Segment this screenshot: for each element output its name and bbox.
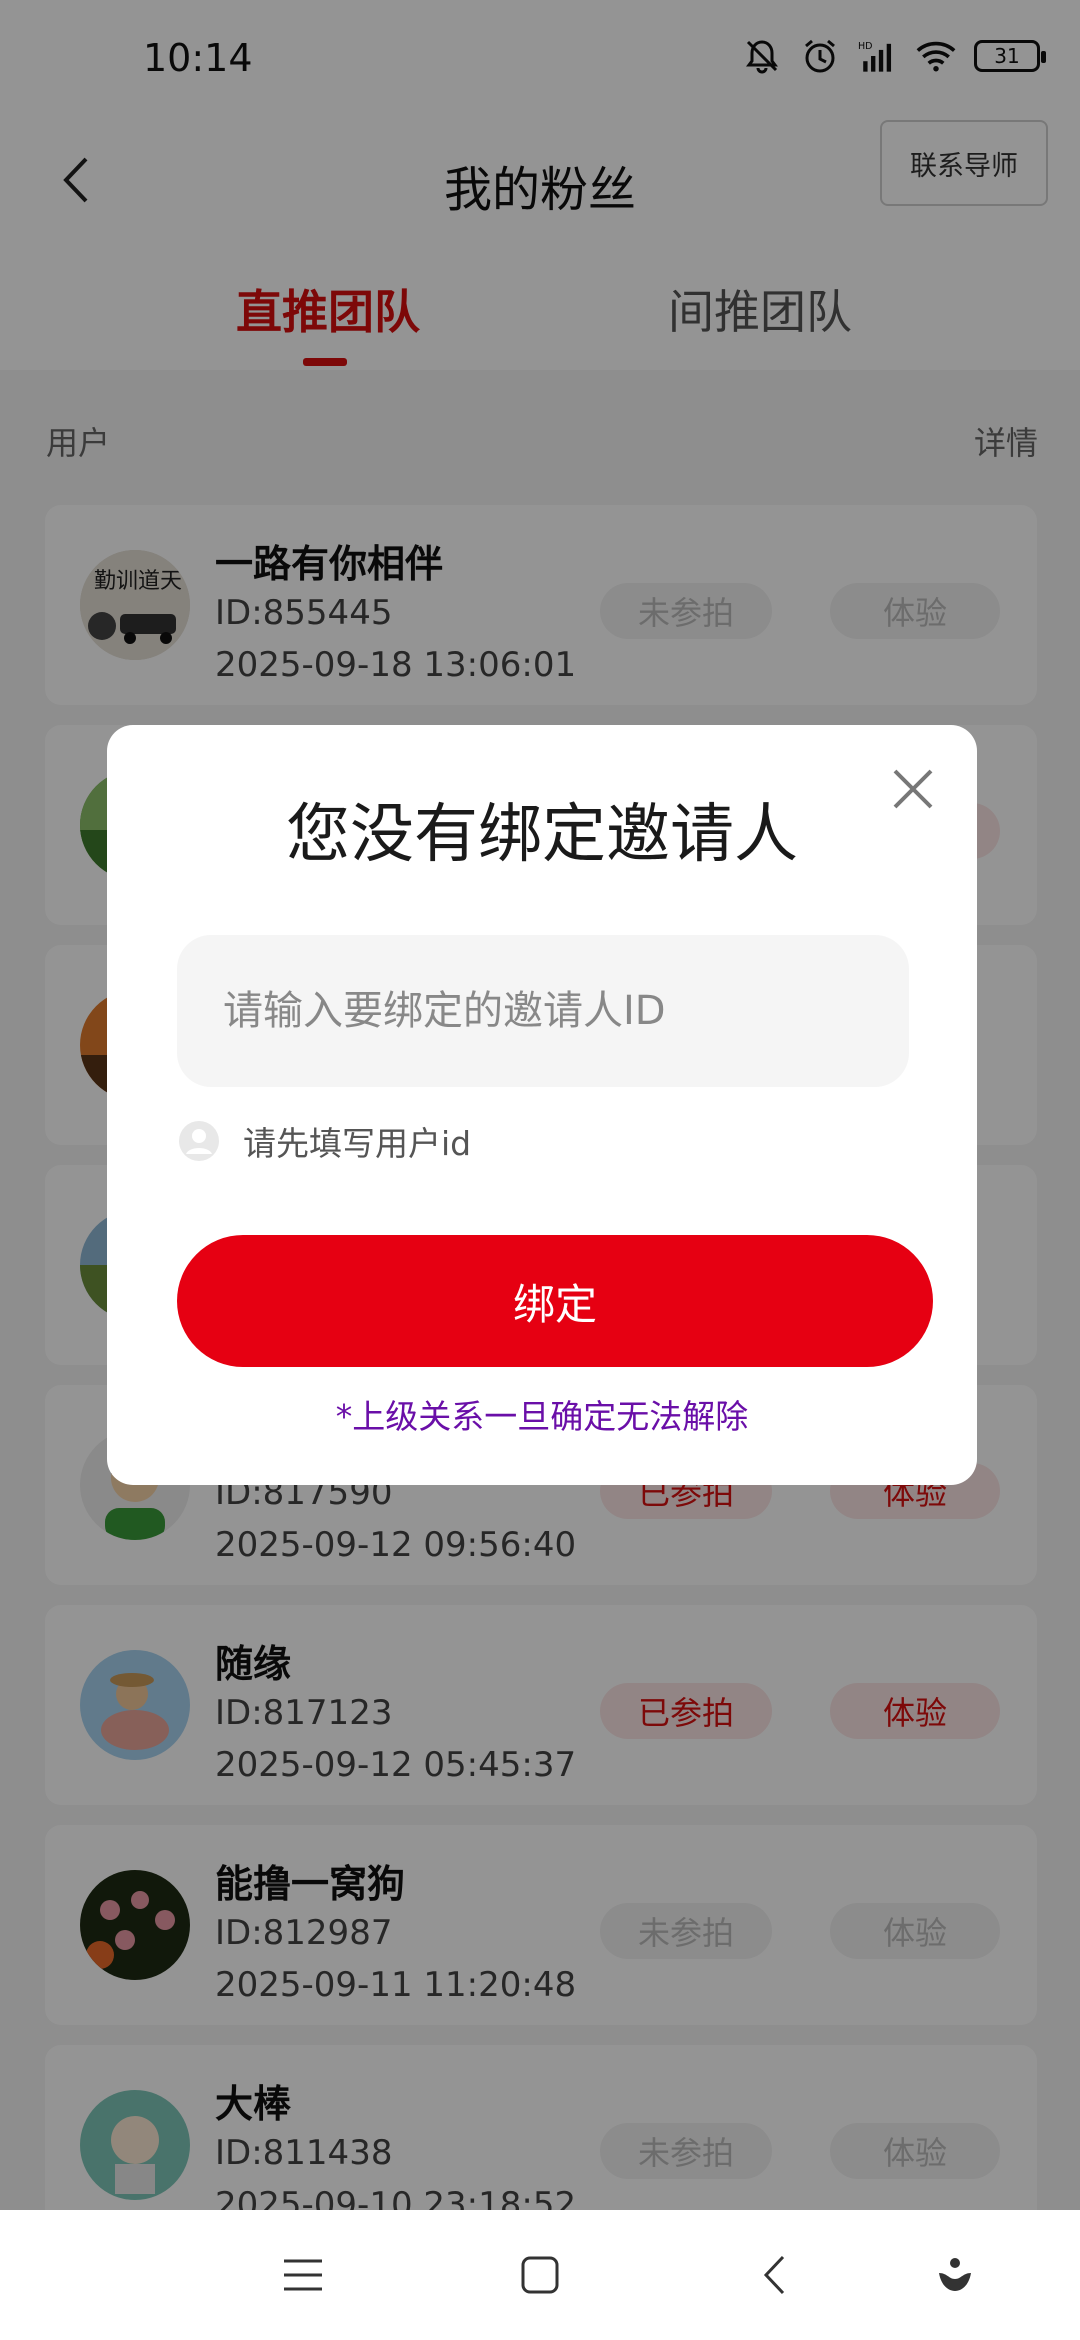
system-back-button[interactable]	[745, 2245, 805, 2305]
home-button[interactable]	[510, 2245, 570, 2305]
dialog-title: 您没有绑定邀请人	[286, 798, 798, 872]
inviter-id-input[interactable]	[177, 935, 909, 1087]
back-icon	[763, 2255, 785, 2295]
menu-button[interactable]	[273, 2245, 333, 2305]
warning-text: *上级关系一旦确定无法解除	[335, 1397, 749, 1436]
hint-text: 请先填写用户id	[243, 1124, 472, 1163]
bind-inviter-dialog: 您没有绑定邀请人 请先填写用户id 绑定 *上级关系一旦确定无法解除	[107, 725, 977, 1485]
assistant-icon	[939, 2258, 971, 2291]
menu-icon	[284, 2259, 322, 2291]
hint-row: 请先填写用户id	[177, 1117, 471, 1165]
system-nav-bar	[0, 2210, 1080, 2340]
user-avatar-icon	[177, 1119, 221, 1163]
bind-button[interactable]: 绑定	[177, 1235, 933, 1367]
home-square-icon	[521, 2256, 559, 2294]
assistant-button[interactable]	[925, 2245, 985, 2305]
